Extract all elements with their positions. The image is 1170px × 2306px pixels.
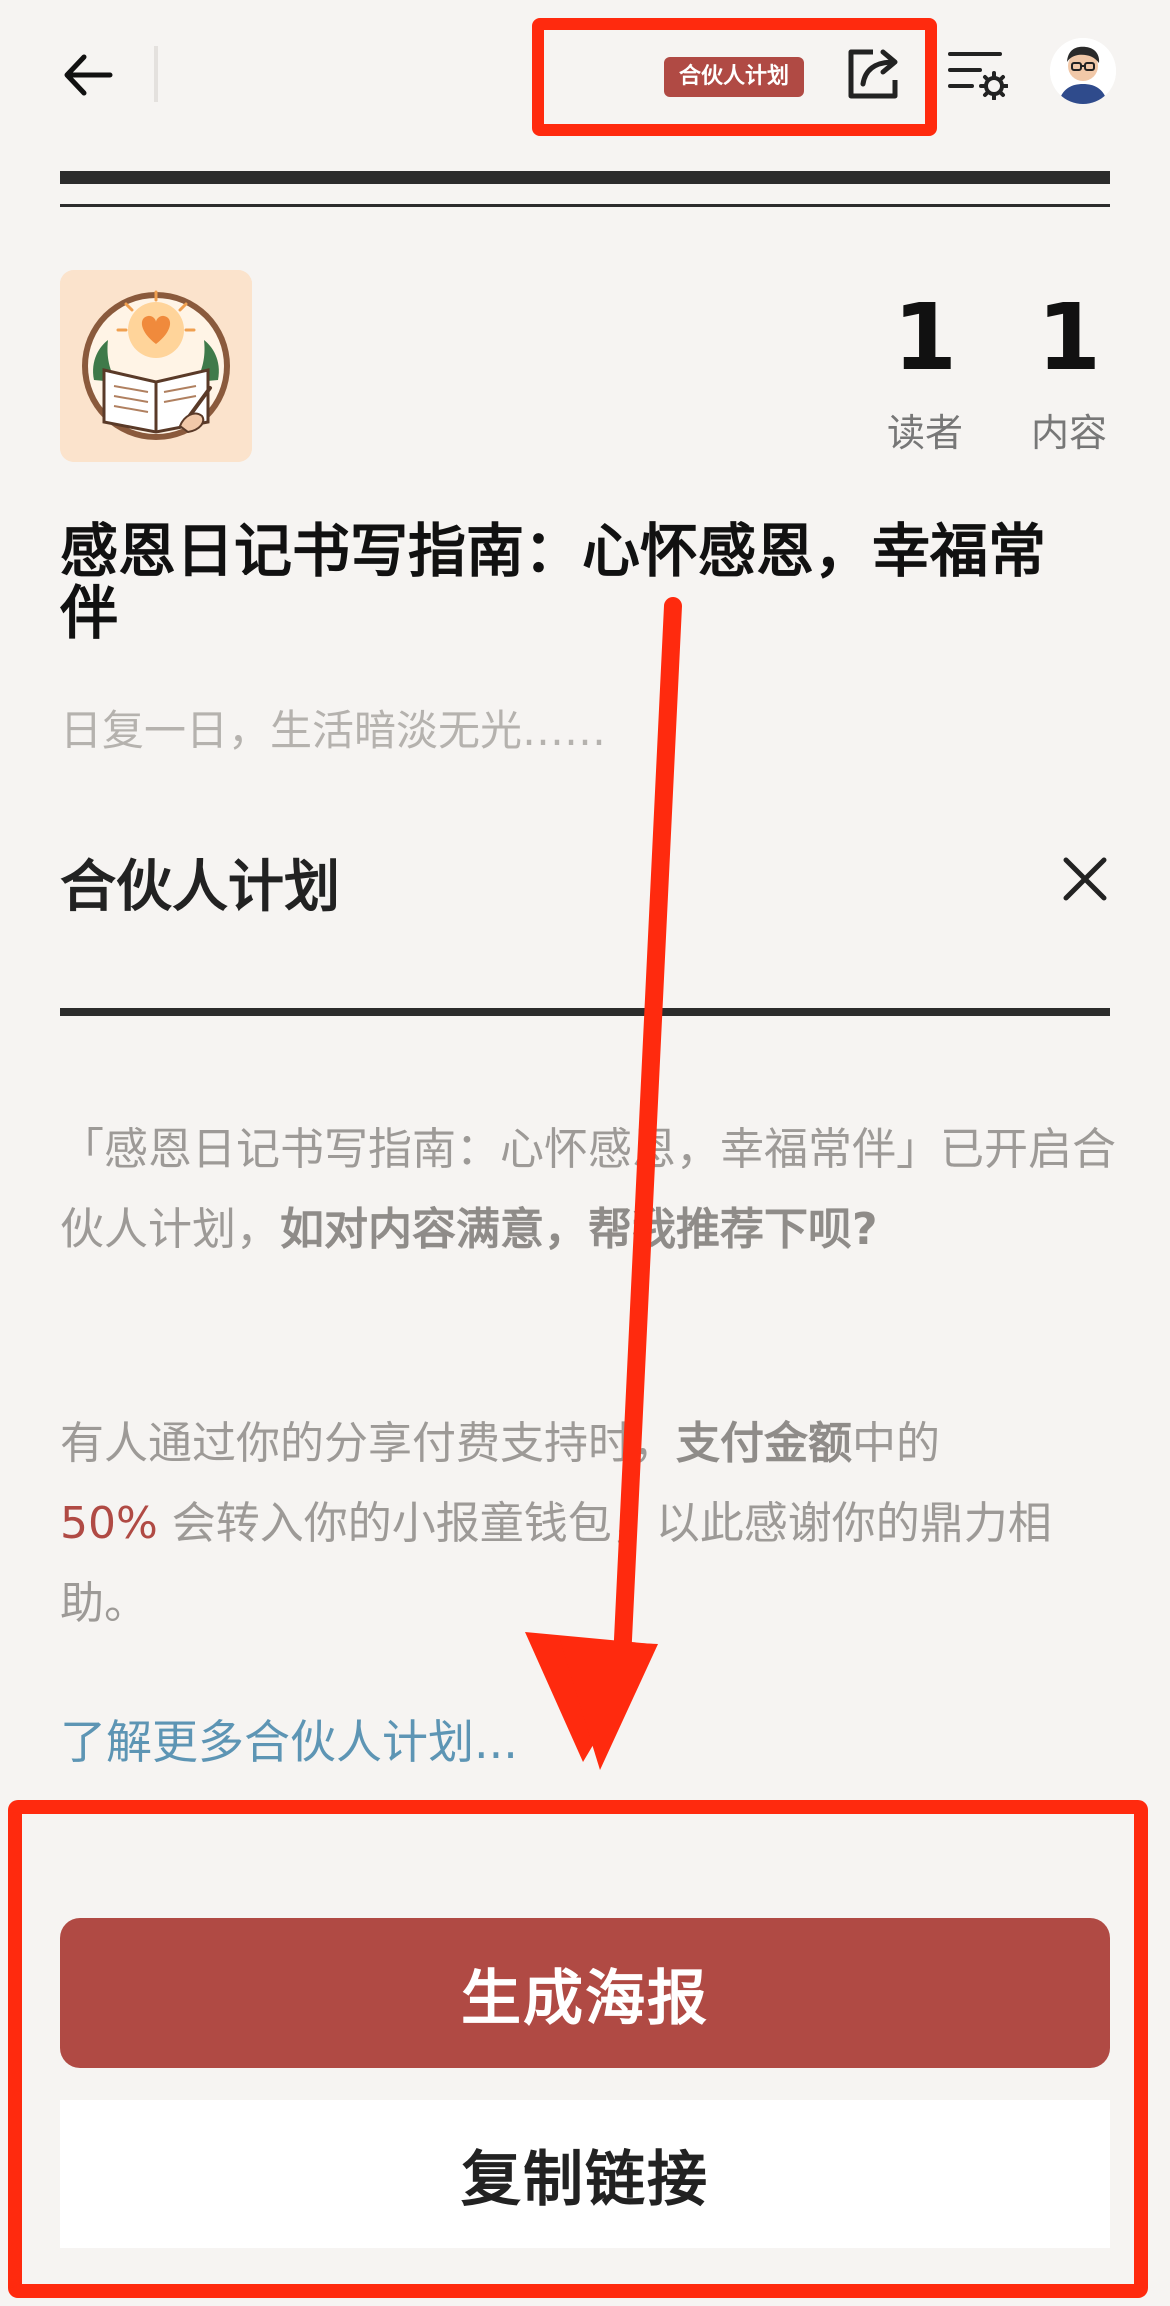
partner-section-rule bbox=[60, 1008, 1110, 1016]
contents-count: 1 bbox=[1036, 284, 1101, 391]
settings-icon[interactable] bbox=[948, 48, 1008, 100]
partner-plan-title: 合伙人计划 bbox=[60, 855, 340, 920]
partner-commission-text: 有人通过你的分享付费支持时，支付金额中的 50% 会转入你的小报童钱包，以此感谢你… bbox=[60, 1404, 1120, 1644]
avatar[interactable] bbox=[1050, 38, 1116, 104]
commission-part1: 有人通过你的分享付费支持时， bbox=[60, 1418, 676, 1469]
column-title: 感恩日记书写指南：心怀感恩，幸福常伴 bbox=[60, 517, 1047, 647]
contents-label: 内容 bbox=[1030, 411, 1107, 455]
readers-stat: 1 读者 bbox=[860, 292, 990, 457]
commission-part2: 中的 bbox=[852, 1418, 940, 1469]
column-cover-image bbox=[60, 270, 252, 462]
partner-intro-text: 「感恩日记书写指南：心怀感恩，幸福常伴」已开启合伙人计划，如对内容满意，帮我推荐… bbox=[60, 1110, 1120, 1270]
readers-label: 读者 bbox=[886, 411, 963, 455]
partner-intro-bold: 如对内容满意，帮我推荐下呗? bbox=[280, 1204, 878, 1255]
contents-stat: 1 内容 bbox=[1004, 292, 1134, 457]
close-icon[interactable] bbox=[1058, 852, 1112, 906]
commission-bold: 支付金额 bbox=[676, 1418, 852, 1469]
back-arrow-icon[interactable] bbox=[60, 50, 120, 100]
header-divider bbox=[154, 46, 158, 102]
column-subtitle: 日复一日，生活暗淡无光…… bbox=[60, 706, 607, 755]
commission-percent: 50% bbox=[60, 1498, 158, 1549]
annotation-highlight-bottom bbox=[8, 1800, 1148, 2298]
learn-more-link[interactable]: 了解更多合伙人计划... bbox=[60, 1706, 518, 1772]
commission-part3: 会转入你的小报童钱包，以此感谢你的鼎力相助。 bbox=[60, 1498, 1052, 1629]
readers-count: 1 bbox=[892, 284, 957, 391]
annotation-highlight-top bbox=[532, 18, 937, 136]
header-rule-thick bbox=[60, 171, 1110, 184]
header-rule-thin bbox=[60, 204, 1110, 207]
